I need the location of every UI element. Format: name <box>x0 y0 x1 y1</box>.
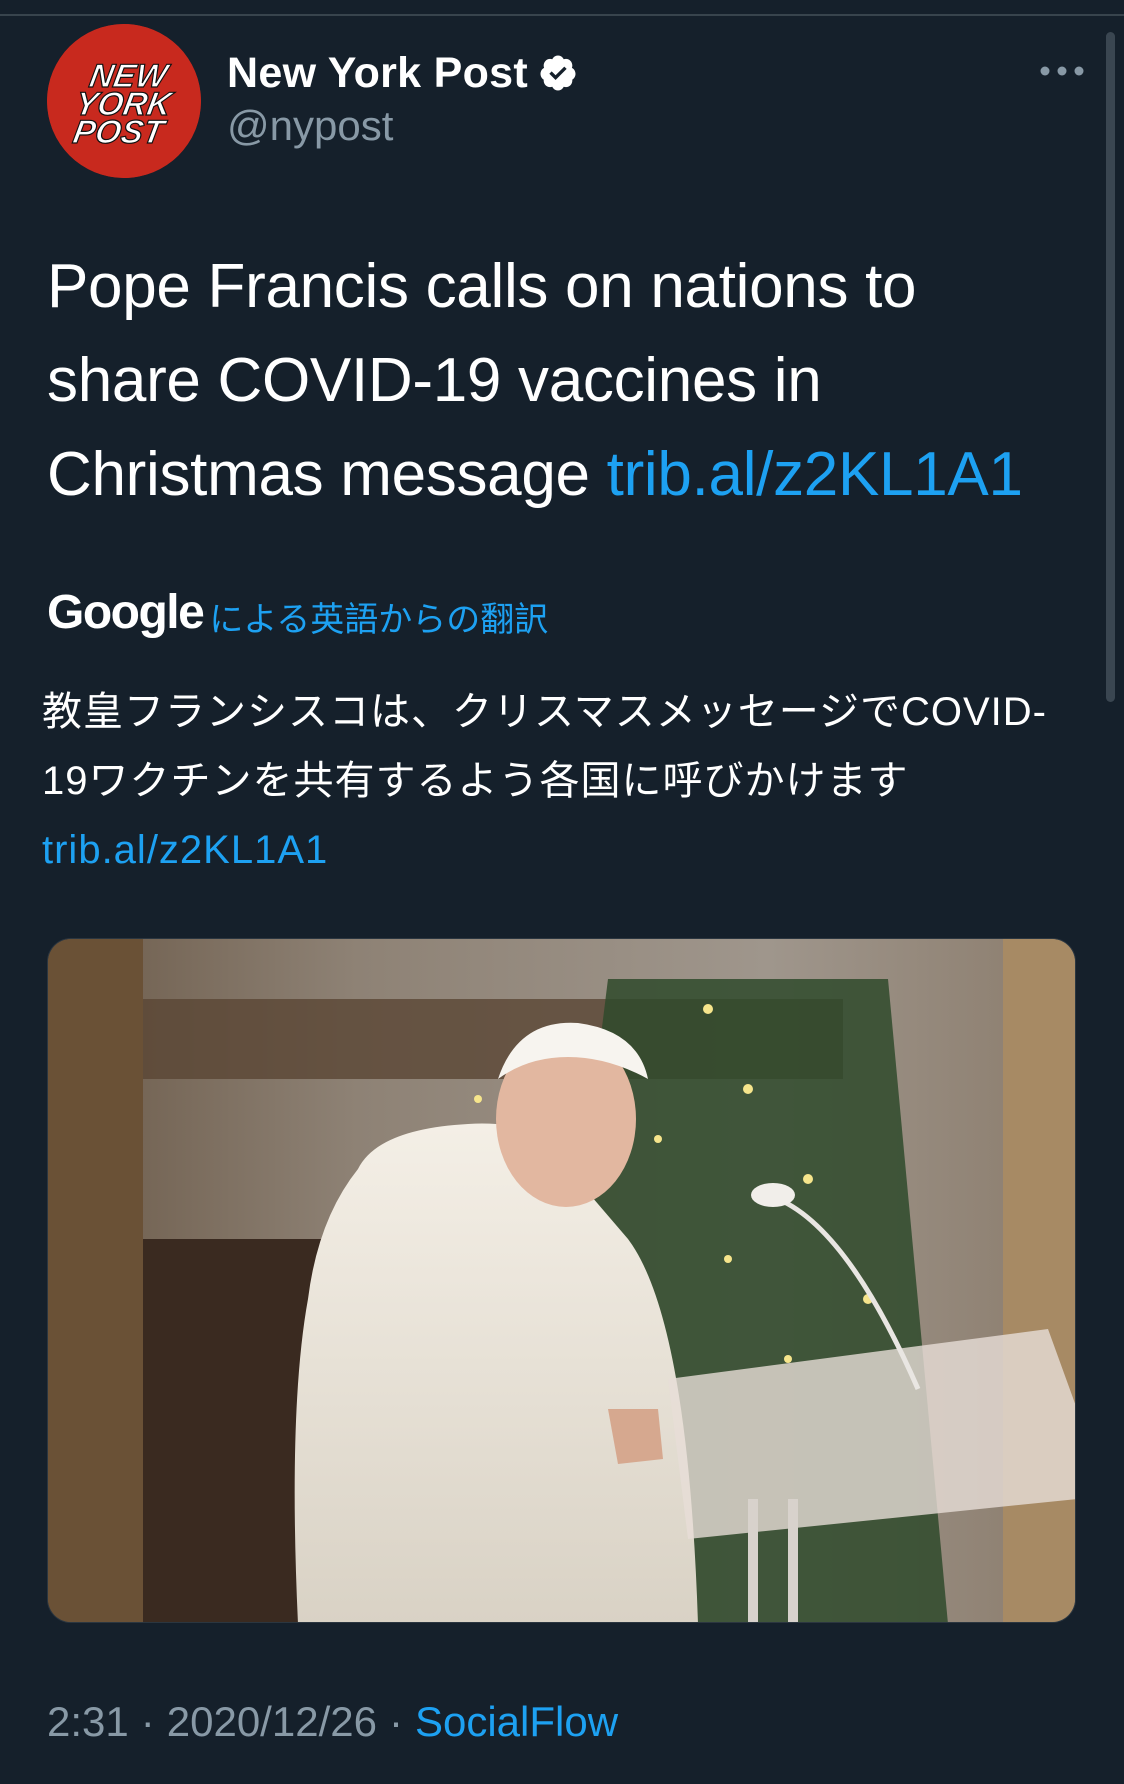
tweet-text: Pope Francis calls on nations to share C… <box>47 240 1067 522</box>
tweet-date[interactable]: 2020/12/26 <box>167 1698 377 1746</box>
translated-text: 教皇フランシスコは、クリスマスメッセージでCOVID-19ワクチンを共有するよう… <box>42 678 1072 885</box>
meta-separator-1: · <box>140 1698 155 1745</box>
logo-word-3: POST <box>70 114 169 151</box>
meta-separator-2: · <box>388 1698 403 1745</box>
tweet-link[interactable]: trib.al/z2KL1A1 <box>607 440 1023 509</box>
scrollbar[interactable] <box>1106 32 1115 702</box>
tweet-photo[interactable] <box>47 938 1076 1623</box>
tweet-meta: 2:31 · 2020/12/26 · SocialFlow <box>47 1698 618 1746</box>
tweet-time[interactable]: 2:31 <box>47 1698 129 1746</box>
pope-photo-image <box>48 939 1075 1622</box>
translation-attribution: Google による英語からの翻訳 <box>47 582 548 642</box>
tweet-source[interactable]: SocialFlow <box>415 1698 618 1746</box>
translation-toggle[interactable]: による英語からの翻訳 <box>209 592 548 641</box>
new-york-post-logo: NEW YORK POST <box>47 24 201 178</box>
translated-link[interactable]: trib.al/z2KL1A1 <box>42 828 328 872</box>
more-options-icon[interactable] <box>1037 60 1087 82</box>
translated-body: 教皇フランシスコは、クリスマスメッセージでCOVID-19ワクチンを共有するよう… <box>42 690 1047 803</box>
account-handle[interactable]: @nypost <box>227 102 578 150</box>
google-logo: Google <box>47 585 205 639</box>
avatar[interactable]: NEW YORK POST <box>47 24 201 178</box>
account-names: New York Post @nypost <box>227 46 578 150</box>
tweet-header: NEW YORK POST New York Post @nypost <box>47 24 1087 180</box>
top-divider <box>0 14 1124 16</box>
display-name[interactable]: New York Post <box>227 49 528 98</box>
display-name-row: New York Post <box>227 46 578 100</box>
verified-badge-icon <box>540 55 576 91</box>
